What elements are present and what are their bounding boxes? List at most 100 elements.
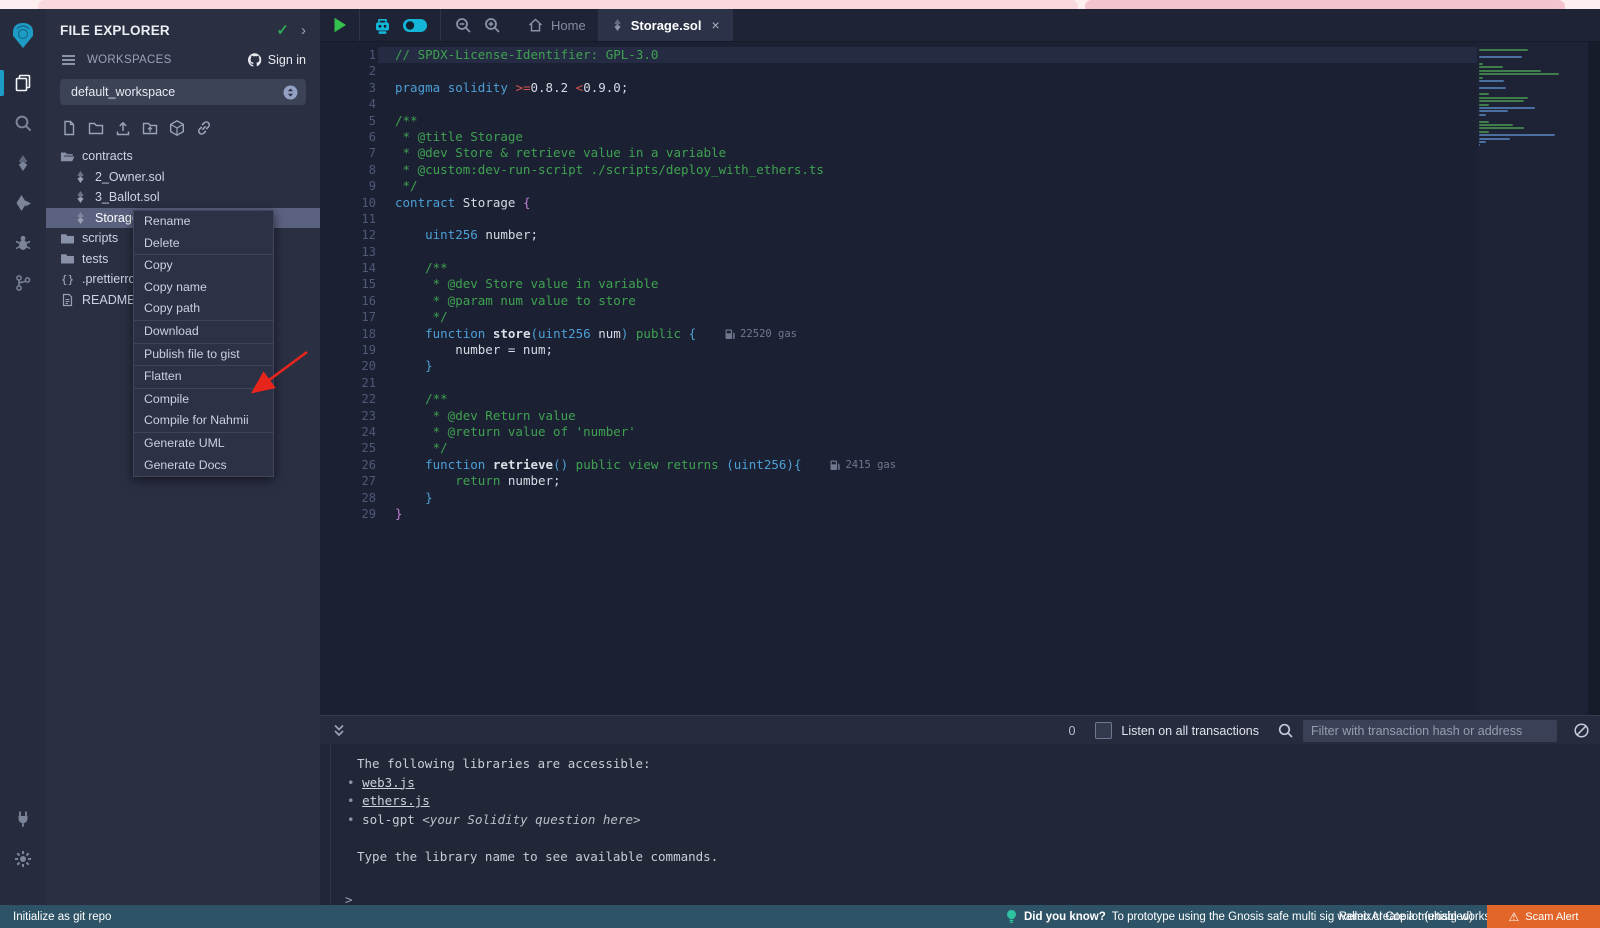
minimap-line — [1479, 110, 1508, 112]
rail-search[interactable] — [0, 103, 46, 143]
search-icon[interactable] — [1277, 722, 1294, 739]
publish-link-button[interactable] — [195, 119, 213, 137]
hamburger-menu-icon[interactable] — [60, 53, 77, 67]
new-folder-button[interactable] — [87, 119, 105, 137]
ipfs-cube-button[interactable] — [168, 119, 186, 137]
tab-storage-sol[interactable]: Storage.sol × — [599, 9, 732, 41]
rail-git[interactable] — [0, 263, 46, 303]
terminal-link[interactable]: web3.js — [362, 775, 415, 790]
line-number: 12 — [320, 227, 376, 243]
scam-alert-button[interactable]: ⚠ Scam Alert — [1487, 905, 1600, 928]
context-menu-item-compile-for-nahmii[interactable]: Compile for Nahmii — [134, 410, 273, 432]
listen-checkbox[interactable] — [1095, 722, 1112, 739]
code-line-20[interactable]: 20 } — [320, 358, 1600, 374]
scrollbar[interactable] — [1588, 42, 1600, 715]
code-line-11[interactable]: 11 — [320, 211, 1600, 227]
new-file-button[interactable] — [60, 119, 78, 137]
code-line-9[interactable]: 9 */ — [320, 178, 1600, 194]
context-menu-item-rename[interactable]: Rename — [134, 211, 273, 233]
tree-item-2-owner-sol[interactable]: 2_Owner.sol — [46, 167, 320, 188]
code-line-22[interactable]: 22 /** — [320, 391, 1600, 407]
terminal-output[interactable]: The following libraries are accessible:•… — [320, 744, 1600, 916]
copilot-toggle[interactable] — [402, 18, 428, 33]
tab-home[interactable]: Home — [515, 9, 598, 41]
code-line-4[interactable]: 4 — [320, 96, 1600, 112]
code-line-24[interactable]: 24 * @return value of 'number' — [320, 424, 1600, 440]
terminal-line: • web3.js — [320, 774, 1600, 793]
run-script-button[interactable] — [332, 16, 348, 34]
code-line-5[interactable]: 5/** — [320, 113, 1600, 129]
minimap-line — [1479, 114, 1486, 116]
code-line-16[interactable]: 16 * @param num value to store — [320, 293, 1600, 309]
code-line-23[interactable]: 23 * @dev Return value — [320, 408, 1600, 424]
minimap[interactable] — [1477, 42, 1588, 715]
code-line-13[interactable]: 13 — [320, 244, 1600, 260]
code-editor[interactable]: 1// SPDX-License-Identifier: GPL-3.023pr… — [320, 42, 1600, 715]
code-line-3[interactable]: 3pragma solidity >=0.8.2 <0.9.0; — [320, 80, 1600, 96]
context-menu-item-compile[interactable]: Compile — [134, 389, 273, 411]
tree-item-3-ballot-sol[interactable]: 3_Ballot.sol — [46, 187, 320, 208]
code-text: contract Storage { — [395, 195, 530, 211]
rail-file-explorer[interactable] — [0, 63, 46, 103]
workspace-select[interactable]: default_workspace — [60, 79, 306, 105]
code-line-7[interactable]: 7 * @dev Store & retrieve value in a var… — [320, 145, 1600, 161]
editor-tabbar: Home Storage.sol × — [320, 9, 1600, 42]
line-number: 6 — [320, 129, 376, 145]
clear-console-icon[interactable] — [1573, 722, 1590, 739]
tree-item-label: 3_Ballot.sol — [95, 190, 160, 204]
terminal-gutter-line — [330, 744, 331, 916]
rail-debugger[interactable] — [0, 223, 46, 263]
context-menu-item-delete[interactable]: Delete — [134, 233, 273, 255]
rail-remix-logo[interactable] — [0, 9, 46, 63]
zoom-out-button[interactable] — [454, 16, 472, 34]
code-line-10[interactable]: 10contract Storage { — [320, 195, 1600, 211]
terminal-link[interactable]: ethers.js — [362, 793, 430, 808]
code-line-28[interactable]: 28 } — [320, 490, 1600, 506]
ai-copilot-icon[interactable] — [372, 16, 393, 35]
code-text: * @custom:dev-run-script ./scripts/deplo… — [395, 162, 824, 178]
github-signin-button[interactable]: Sign in — [247, 52, 306, 68]
rail-solidity-compiler[interactable] — [0, 143, 46, 183]
code-line-27[interactable]: 27 return number; — [320, 473, 1600, 489]
chevron-right-icon[interactable]: › — [301, 22, 306, 39]
folder-icon — [60, 232, 75, 245]
code-line-2[interactable]: 2 — [320, 63, 1600, 79]
lightbulb-icon — [1005, 909, 1018, 924]
solidity-file-icon — [73, 211, 88, 225]
zoom-in-button[interactable] — [483, 16, 501, 34]
code-line-17[interactable]: 17 */ — [320, 309, 1600, 325]
context-menu-item-copy-path[interactable]: Copy path — [134, 298, 273, 320]
tree-item-contracts[interactable]: contracts — [46, 146, 320, 167]
transaction-filter-input[interactable] — [1303, 720, 1557, 742]
rail-plugin-manager[interactable] — [0, 799, 46, 839]
code-line-14[interactable]: 14 /** — [320, 260, 1600, 276]
git-init-button[interactable]: Initialize as git repo — [13, 911, 111, 923]
context-menu-item-flatten[interactable]: Flatten — [134, 366, 273, 388]
code-line-25[interactable]: 25 */ — [320, 440, 1600, 456]
rail-deploy-run[interactable] — [0, 183, 46, 223]
context-menu-item-copy-name[interactable]: Copy name — [134, 277, 273, 299]
code-line-21[interactable]: 21 — [320, 375, 1600, 391]
context-menu-item-publish-file-to-gist[interactable]: Publish file to gist — [134, 344, 273, 366]
rail-settings[interactable] — [0, 839, 46, 879]
code-line-18[interactable]: 18 function store(uint256 num) public {2… — [320, 326, 1600, 342]
context-menu-item-copy[interactable]: Copy — [134, 255, 273, 277]
code-line-15[interactable]: 15 * @dev Store value in variable — [320, 276, 1600, 292]
code-text: number = num; — [395, 342, 553, 358]
code-line-26[interactable]: 26 function retrieve() public view retur… — [320, 457, 1600, 473]
collapse-terminal-icon[interactable] — [331, 723, 347, 738]
close-tab-icon[interactable]: × — [711, 17, 719, 33]
code-line-19[interactable]: 19 number = num; — [320, 342, 1600, 358]
context-menu-item-generate-uml[interactable]: Generate UML — [134, 433, 273, 455]
copilot-status[interactable]: RemixAI Copilot (enabled) — [1339, 911, 1473, 923]
code-line-12[interactable]: 12 uint256 number; — [320, 227, 1600, 243]
upload-folder-button[interactable] — [141, 119, 159, 137]
code-line-29[interactable]: 29} — [320, 506, 1600, 522]
code-line-8[interactable]: 8 * @custom:dev-run-script ./scripts/dep… — [320, 162, 1600, 178]
upload-file-button[interactable] — [114, 119, 132, 137]
code-line-1[interactable]: 1// SPDX-License-Identifier: GPL-3.0 — [320, 47, 1600, 63]
context-menu-item-generate-docs[interactable]: Generate Docs — [134, 455, 273, 477]
context-menu-item-download[interactable]: Download — [134, 321, 273, 343]
tree-item-label: .prettierrc — [82, 272, 135, 286]
code-line-6[interactable]: 6 * @title Storage — [320, 129, 1600, 145]
